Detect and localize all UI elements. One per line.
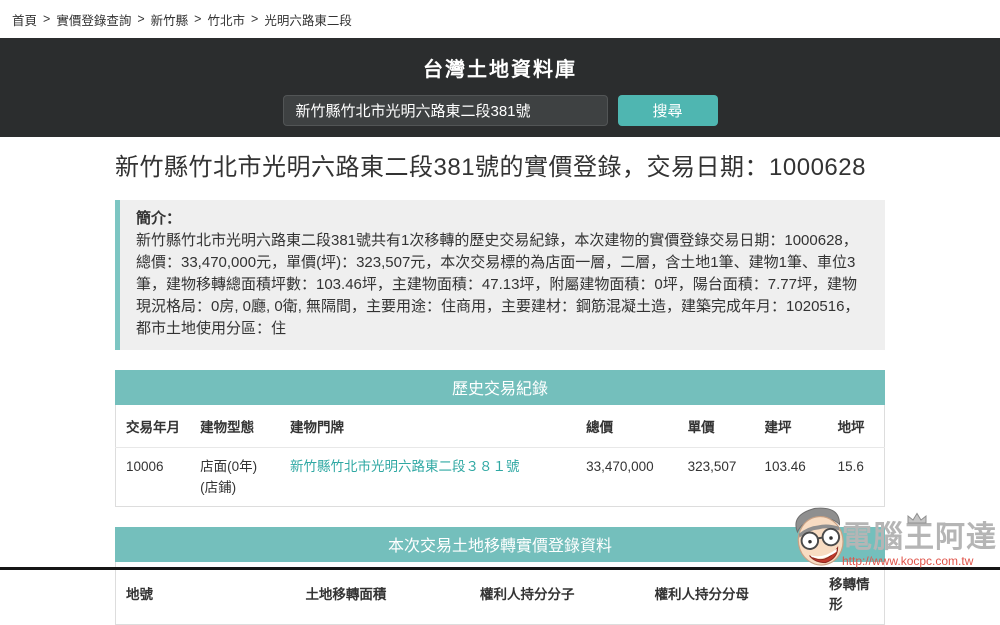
intro-label: 簡介： [136,208,869,230]
page-title: 新竹縣竹北市光明六路東二段381號的實價登錄，交易日期：1000628 [115,151,885,184]
building-type-line1: 店面(0年) [200,456,270,477]
watermark-text-block: 電腦王阿達 http://www.kocpc.com.tw [842,523,997,569]
col-land-ping: 地坪 [828,405,885,448]
watermark-url: http://www.kocpc.com.tw [842,554,997,568]
building-address-link[interactable]: 新竹縣竹北市光明六路東二段３８１號 [290,459,520,474]
col-holder-share-denominator: 權利人持分分母 [645,562,820,625]
land-table-header-row: 地號 土地移轉面積 權利人持分分子 權利人持分分母 移轉情形 [116,562,885,625]
search-input[interactable] [283,95,608,126]
intro-box: 簡介： 新竹縣竹北市光明六路東二段381號共有1次移轉的歷史交易紀錄，本次建物的… [115,200,885,350]
breadcrumb-current-road: 光明六路東二段 [264,10,352,29]
history-section: 歷史交易紀錄 交易年月 建物型態 建物門牌 總價 單價 建坪 地坪 1 [115,370,885,507]
search-button[interactable]: 搜尋 [618,95,718,126]
breadcrumb-separator: > [251,12,258,26]
breadcrumb-separator: > [137,12,144,26]
cell-unit-price: 323,507 [678,448,755,507]
col-total-price: 總價 [576,405,678,448]
main-content: 新竹縣竹北市光明六路東二段381號的實價登錄，交易日期：1000628 簡介： … [115,151,885,625]
breadcrumb-separator: > [194,12,201,26]
breadcrumb-county[interactable]: 新竹縣 [151,10,189,29]
watermark-mascot-icon [790,505,850,569]
table-row: 10006 店面(0年) (店鋪) 新竹縣竹北市光明六路東二段３８１號 33,4… [116,448,885,507]
col-building-address: 建物門牌 [280,405,576,448]
col-land-transfer-area: 土地移轉面積 [295,562,470,625]
col-building-type: 建物型態 [190,405,280,448]
col-unit-price: 單價 [678,405,755,448]
land-transfer-section: 本次交易土地移轉實價登錄資料 地號 土地移轉面積 權利人持分分子 權利人持分分母… [115,527,885,625]
search-bar: 搜尋 [0,95,1000,126]
breadcrumb-home[interactable]: 首頁 [12,10,37,29]
cell-building-ping: 103.46 [755,448,828,507]
watermark-site-name: 電腦王阿達 [842,523,997,553]
breadcrumb-price-query[interactable]: 實價登錄查詢 [56,10,131,29]
cell-total-price: 33,470,000 [576,448,678,507]
site-title: 台灣土地資料庫 [0,38,1000,82]
breadcrumb-city[interactable]: 竹北市 [207,10,245,29]
col-transfer-status: 移轉情形 [819,562,884,625]
cell-building-type: 店面(0年) (店鋪) [190,448,280,507]
col-holder-share-numerator: 權利人持分分子 [470,562,645,625]
site-header: 台灣土地資料庫 搜尋 [0,38,1000,137]
col-parcel-number: 地號 [116,562,296,625]
cell-transaction-yearmonth: 10006 [116,448,191,507]
history-section-title: 歷史交易紀錄 [115,370,885,405]
intro-text: 新竹縣竹北市光明六路東二段381號共有1次移轉的歷史交易紀錄，本次建物的實價登錄… [136,232,859,337]
cell-building-address: 新竹縣竹北市光明六路東二段３８１號 [280,448,576,507]
watermark: 電腦王阿達 http://www.kocpc.com.tw [790,505,997,569]
crown-icon [906,512,928,525]
building-type-line2: (店鋪) [200,477,270,498]
history-table-header-row: 交易年月 建物型態 建物門牌 總價 單價 建坪 地坪 [116,405,885,448]
col-building-ping: 建坪 [755,405,828,448]
cell-land-ping: 15.6 [828,448,885,507]
history-table: 交易年月 建物型態 建物門牌 總價 單價 建坪 地坪 10006 店面(0年) … [115,405,885,507]
breadcrumb: 首頁 > 實價登錄查詢 > 新竹縣 > 竹北市 > 光明六路東二段 [0,0,1000,38]
land-transfer-table: 地號 土地移轉面積 權利人持分分子 權利人持分分母 移轉情形 [115,562,885,625]
breadcrumb-separator: > [43,12,50,26]
land-transfer-section-title: 本次交易土地移轉實價登錄資料 [115,527,885,562]
col-transaction-yearmonth: 交易年月 [116,405,191,448]
